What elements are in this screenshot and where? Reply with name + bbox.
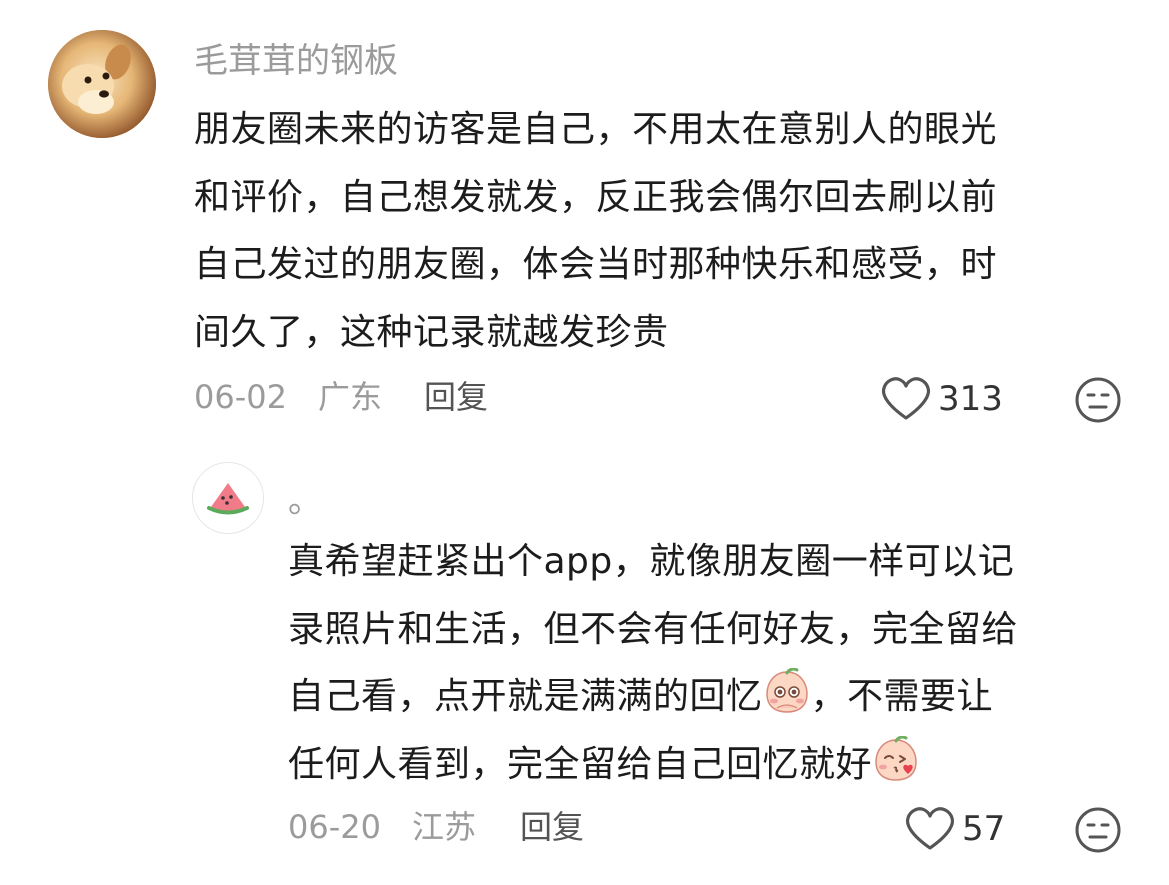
reply-line-text: ，不需要让: [810, 676, 994, 718]
reply-user-avatar[interactable]: [192, 462, 264, 534]
puppy-avatar-image: [48, 30, 156, 138]
heart-outline-icon: [905, 807, 955, 850]
user-avatar[interactable]: [48, 30, 156, 138]
comment-date: 06-02: [194, 378, 287, 416]
comment-username[interactable]: 毛茸茸的钢板: [194, 44, 398, 78]
reply-like-button[interactable]: [904, 806, 956, 852]
reply-body: 真希望赶紧出个app，就像朋友圈一样可以记 录照片和生活，但不会有任何好友，完全…: [288, 528, 1138, 799]
reply-button[interactable]: 回复: [424, 381, 488, 413]
comment-line: 自己发过的朋友圈，体会当时那种快乐和感受，时: [194, 244, 998, 286]
reply-date: 06-20: [288, 808, 381, 846]
like-button[interactable]: [880, 376, 932, 422]
heart-outline-icon: [881, 377, 931, 420]
reply-line: 自己看，点开就是满满的回忆 ，不需要让: [288, 663, 1138, 731]
comment-line: 间久了，这种记录就越发珍贵: [194, 312, 669, 354]
unamused-face-icon: [1075, 377, 1121, 423]
reply-dislike-button[interactable]: [1074, 806, 1122, 854]
dislike-button[interactable]: [1074, 376, 1122, 424]
reply-line: 录照片和生活，但不会有任何好友，完全留给: [288, 608, 1019, 650]
peach-kiss-emoji: [875, 736, 917, 781]
reply-line-text: 自己看，点开就是满满的回忆: [288, 676, 763, 718]
reply-location: 江苏: [412, 808, 477, 846]
comment-location: 广东: [318, 378, 383, 416]
reply-reply-button[interactable]: 回复: [520, 811, 584, 843]
like-count: 313: [938, 379, 1003, 419]
peach-teary-eyes-emoji: [765, 668, 808, 714]
comment-line: 朋友圈未来的访客是自己，不用太在意别人的眼光: [194, 109, 998, 150]
comment-body: 朋友圈未来的访客是自己，不用太在意别人的眼光 和评价，自己想发就发，反正我会偶尔…: [194, 96, 1134, 367]
watermelon-icon: [207, 483, 249, 515]
reply-username[interactable]: 。: [288, 484, 322, 518]
comment-line: 和评价，自己想发就发，反正我会偶尔回去刷以前: [194, 176, 998, 218]
reply-line: 任何人看到，完全留给自己回忆就好: [288, 731, 1138, 799]
reply-like-count: 57: [962, 809, 1006, 849]
reply-line-text: 任何人看到，完全留给自己回忆就好: [288, 744, 873, 786]
unamused-face-icon: [1075, 807, 1121, 853]
reply-line: 真希望赶紧出个app，就像朋友圈一样可以记: [288, 541, 1015, 582]
